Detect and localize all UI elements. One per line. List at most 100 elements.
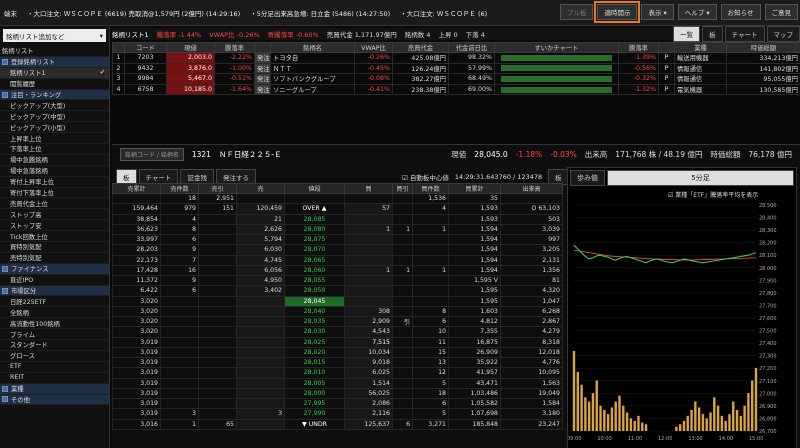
column-header[interactable]: 騰落率 <box>214 42 255 53</box>
table-row[interactable]: 2 9432 3,876.0 -1.00% 発注 ＮＴＴ -0.45% 126.24億円 57.… <box>112 62 800 75</box>
column-header[interactable]: すいかチャート <box>494 42 619 53</box>
ticker-item[interactable]: ・大口注文: ＷＳＣＯＰＥ (6619) 売取消@1,579円 (2億円) (1… <box>27 8 240 18</box>
tab-5min[interactable]: 5分足 <box>607 170 794 186</box>
sidebar-item[interactable]: ピックアップ(大型) <box>0 100 109 112</box>
feedback-button[interactable]: ご意見 <box>764 4 798 20</box>
board-cell[interactable]: 3 <box>236 408 285 420</box>
sidebar-item[interactable]: 下落率上位 <box>0 144 109 155</box>
ticker-item[interactable]: ・5分足出来高急増: 日立金 (5486) (14:27:50) <box>250 8 390 18</box>
sidebar-item[interactable]: 業種 <box>0 383 109 395</box>
pull-board-button[interactable]: プル板 <box>559 4 594 20</box>
board-cell[interactable]: 2,909 <box>344 315 393 328</box>
column-header[interactable] <box>112 42 125 53</box>
board-cell[interactable] <box>344 233 393 246</box>
board-cell[interactable]: 1,514 <box>344 377 393 389</box>
sidebar-item[interactable]: 銘柄リスト1 ✔ <box>0 67 109 79</box>
board-cell[interactable]: 7,515 <box>344 336 393 348</box>
board-cell[interactable]: 57 <box>344 203 393 215</box>
board-cell[interactable] <box>236 326 285 338</box>
board-cell[interactable]: 120,459 <box>236 203 285 215</box>
watchlist-name[interactable]: 銘柄リスト1 <box>112 29 149 39</box>
view-map-button[interactable]: マップ <box>766 26 800 42</box>
cell-tag[interactable]: 発注 <box>254 73 271 85</box>
board-cell[interactable] <box>236 356 285 369</box>
column-header[interactable] <box>254 42 271 53</box>
sector-average-toggle[interactable]: ☑ 業種「ETF」騰落率平均を表示 <box>568 188 796 199</box>
column-header[interactable]: コード <box>124 42 167 53</box>
sidebar-item[interactable]: ストップ高 <box>0 209 109 221</box>
board-cell[interactable]: 28,080 <box>284 223 345 236</box>
board-cell[interactable]: 28,025 <box>284 336 345 348</box>
board-cell[interactable]: 308 <box>344 305 393 318</box>
sidebar-item[interactable]: Tick回数上位 <box>0 231 109 243</box>
board-cell[interactable]: 1 <box>344 264 393 277</box>
view-menu-button[interactable]: 表示 ▾ <box>641 4 674 20</box>
board-cell[interactable]: 28,010 <box>284 367 345 379</box>
board-cell[interactable]: 2,626 <box>236 223 285 236</box>
view-board-button[interactable]: 板 <box>702 26 723 42</box>
column-header[interactable]: 現値 <box>166 42 215 53</box>
sidebar-item[interactable]: 場中急騰銘柄 <box>0 155 109 166</box>
sidebar-item[interactable]: ファイナンス <box>0 263 109 275</box>
board-cell[interactable]: 28,000 <box>284 387 345 400</box>
sidebar-item[interactable]: スタンダード <box>0 340 109 351</box>
column-header[interactable]: VWAP比 <box>354 42 393 53</box>
board-cell[interactable] <box>344 213 393 225</box>
sidebar-item[interactable]: 銘柄リスト <box>0 46 109 57</box>
sidebar-item[interactable]: REIT <box>0 373 109 384</box>
board-cell[interactable] <box>344 244 393 256</box>
column-header[interactable] <box>658 42 675 53</box>
board-cell[interactable] <box>236 305 285 318</box>
board-cell[interactable] <box>344 295 393 307</box>
board-cell[interactable] <box>236 397 285 410</box>
cell-tag[interactable]: 発注 <box>254 62 271 75</box>
board-cell[interactable]: 21 <box>236 213 285 225</box>
board-cell[interactable]: 10,034 <box>344 346 393 359</box>
sidebar-item[interactable]: プライム <box>0 329 109 341</box>
board-cell[interactable]: 28,045 <box>284 295 345 307</box>
board-cell[interactable]: 28,005 <box>284 377 345 389</box>
sidebar-item[interactable]: ストップ安 <box>0 220 109 232</box>
timely-disclosure-button[interactable]: 適時開示 <box>594 1 641 23</box>
board-cell[interactable]: 5,794 <box>236 233 285 246</box>
sidebar-item[interactable]: 高流動性100銘柄 <box>0 318 109 330</box>
tab-time-sales[interactable]: 歩み値 <box>570 170 605 186</box>
board-cell[interactable]: 6,030 <box>236 244 285 256</box>
board-cell[interactable]: 4,745 <box>236 254 285 266</box>
board-cell[interactable]: 28,060 <box>284 264 345 277</box>
board-cell[interactable]: 6,025 <box>344 367 393 379</box>
table-row[interactable]: 1 7203 2,003.0 -2.22% 発注 トヨタ自 -0.26% 425.08億円 98… <box>112 52 800 64</box>
board-cell[interactable]: 27,995 <box>284 397 345 410</box>
board-cell[interactable]: 9,018 <box>344 356 393 369</box>
sidebar-item[interactable]: 上昇率上位 <box>0 133 109 145</box>
board-cell[interactable]: 28,070 <box>284 244 345 256</box>
sidebar-item[interactable]: 日経225ETF <box>0 296 109 308</box>
board-cell[interactable]: 28,015 <box>284 356 345 369</box>
board-cell[interactable] <box>344 254 393 266</box>
sidebar-item[interactable]: 買特別気配 <box>0 242 109 253</box>
sidebar-item[interactable]: 登録銘柄リスト <box>0 56 109 68</box>
board-cell[interactable] <box>236 295 285 307</box>
column-header[interactable]: 売買代金 <box>392 42 449 53</box>
board-cell[interactable]: 28,030 <box>284 326 345 338</box>
board-cell[interactable]: 28,075 <box>284 233 345 246</box>
view-chart-button[interactable]: チャート <box>724 26 765 42</box>
column-header[interactable]: 騰落率 <box>618 42 659 53</box>
help-menu-button[interactable]: ヘルプ ▾ <box>677 4 717 20</box>
board-cell[interactable] <box>236 377 285 389</box>
board-cell[interactable] <box>344 274 393 287</box>
table-row[interactable]: 4 6758 10,185.0 -1.64% 発注 ソニーグループ -0.41% 238.38… <box>112 83 800 96</box>
auto-center-checkbox[interactable]: ☑ 自動板中心値 <box>402 172 449 182</box>
board-cell[interactable]: 27,990 <box>284 408 345 420</box>
notices-button[interactable]: お知らせ <box>720 4 761 20</box>
board-cell[interactable]: ▼ UNDR <box>284 418 345 430</box>
column-header[interactable]: 代金前日比 <box>448 42 495 53</box>
sidebar-item[interactable]: ピックアップ(中型) <box>0 111 109 123</box>
sidebar-item[interactable]: 場中急落銘柄 <box>0 166 109 177</box>
sidebar-item[interactable]: 売買代金上位 <box>0 198 109 210</box>
board-cell[interactable]: 28,020 <box>284 346 345 359</box>
board-cell[interactable]: 4,950 <box>236 274 285 287</box>
column-header[interactable]: 業種 <box>674 42 727 53</box>
sidebar-item[interactable]: グロース <box>0 351 109 362</box>
column-header[interactable]: 銘柄名 <box>270 42 355 53</box>
